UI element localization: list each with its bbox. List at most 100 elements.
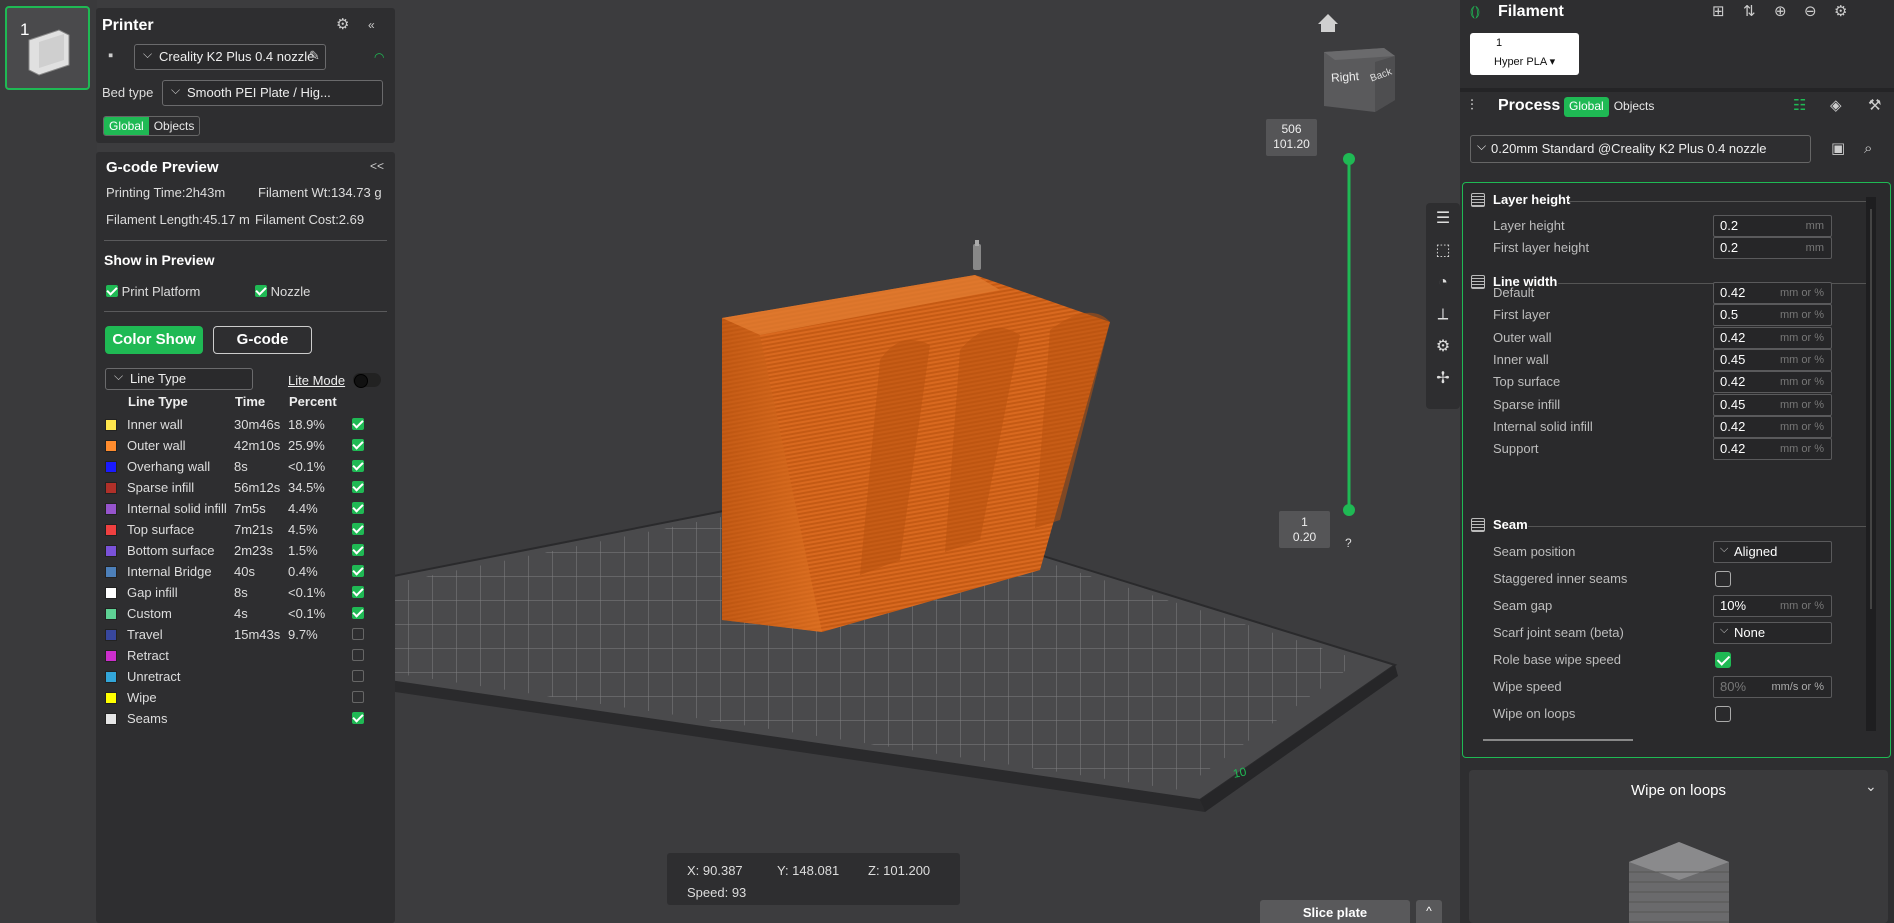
line-type-row[interactable]: Unretract bbox=[104, 666, 387, 687]
role-wipe-speed-checkbox[interactable] bbox=[1715, 652, 1731, 668]
line-type-row[interactable]: Internal Bridge 40s 0.4% bbox=[104, 561, 387, 582]
color-show-button[interactable]: Color Show bbox=[105, 326, 203, 354]
setting-input[interactable]: 0.42 mm or % bbox=[1713, 282, 1832, 304]
line-type-percent: 0.4% bbox=[288, 564, 318, 579]
printer-preset-select[interactable]: Creality K2 Plus 0.4 nozzle bbox=[134, 44, 326, 70]
line-type-row[interactable]: Bottom surface 2m23s 1.5% bbox=[104, 540, 387, 561]
filament-map-icon[interactable]: ⊞ bbox=[1712, 4, 1725, 20]
seam-position-select[interactable]: Aligned bbox=[1713, 539, 1832, 563]
slice-options-button[interactable]: ^ bbox=[1416, 900, 1442, 923]
setting-input[interactable]: 0.45 mm or % bbox=[1713, 393, 1832, 416]
line-type-visible-checkbox[interactable] bbox=[352, 502, 364, 514]
line-type-row[interactable]: Inner wall 30m46s 18.9% bbox=[104, 414, 387, 435]
collapse-chevron-icon[interactable]: « bbox=[368, 17, 375, 33]
line-type-visible-checkbox[interactable] bbox=[352, 670, 364, 682]
view-cube-right-label[interactable]: Right bbox=[1331, 69, 1360, 85]
process-preset-select[interactable]: 0.20mm Standard @Creality K2 Plus 0.4 no… bbox=[1470, 133, 1811, 163]
plate-thumbnail[interactable]: 1 bbox=[5, 6, 90, 90]
wifi-icon[interactable]: ◠ bbox=[374, 49, 384, 65]
gcode-button[interactable]: G-code bbox=[213, 326, 312, 354]
scarf-joint-select[interactable]: None bbox=[1713, 620, 1832, 644]
line-type-visible-checkbox[interactable] bbox=[352, 544, 364, 556]
settings-scrollbar[interactable] bbox=[1866, 197, 1876, 731]
tab-objects[interactable]: Objects bbox=[149, 117, 200, 135]
line-type-visible-checkbox[interactable] bbox=[352, 691, 364, 703]
process-tools-icon[interactable]: ⚒ bbox=[1868, 98, 1881, 114]
nozzle-toggle[interactable]: Nozzle bbox=[255, 284, 310, 299]
line-type-row[interactable]: Gap infill 8s <0.1% bbox=[104, 582, 387, 603]
lite-mode-toggle[interactable] bbox=[353, 373, 381, 388]
line-type-row[interactable]: Top surface 7m21s 4.5% bbox=[104, 519, 387, 540]
line-type-visible-checkbox[interactable] bbox=[352, 712, 364, 724]
line-type-visible-checkbox[interactable] bbox=[352, 523, 364, 535]
settings-gear-icon[interactable]: ⚙ bbox=[1426, 331, 1460, 363]
filament-settings-gear-icon[interactable]: ⚙ bbox=[1834, 4, 1847, 20]
layers-icon[interactable]: ☰ bbox=[1426, 203, 1460, 235]
process-compare-icon[interactable]: ☷ bbox=[1793, 98, 1806, 114]
line-type-visible-checkbox[interactable] bbox=[352, 649, 364, 661]
collapse-panel-icon[interactable]: << bbox=[370, 158, 384, 174]
line-type-row[interactable]: Outer wall 42m10s 25.9% bbox=[104, 435, 387, 456]
line-type-visible-checkbox[interactable] bbox=[352, 565, 364, 577]
edit-pencil-icon[interactable]: ✎ bbox=[309, 48, 320, 64]
setting-input[interactable]: 0.42 mm or % bbox=[1713, 415, 1832, 438]
horizontal-scrollbar[interactable] bbox=[1483, 739, 1633, 741]
overhang-icon[interactable]: ⟂ bbox=[1426, 299, 1460, 331]
search-icon[interactable]: ⌕ bbox=[1864, 141, 1872, 157]
line-type-time: 8s bbox=[234, 459, 248, 474]
line-type-row[interactable]: Retract bbox=[104, 645, 387, 666]
wipe-speed-input[interactable]: 80% mm/s or % bbox=[1713, 676, 1832, 698]
line-type-visible-checkbox[interactable] bbox=[352, 460, 364, 472]
help-collapse-chevron-icon[interactable]: ⌄ bbox=[1865, 778, 1877, 795]
printer-settings-gear-icon[interactable]: ⚙ bbox=[336, 17, 349, 33]
setting-input[interactable]: 0.45 mm or % bbox=[1713, 348, 1832, 371]
line-type-row[interactable]: Wipe bbox=[104, 687, 387, 708]
bounding-box-icon[interactable]: ⬚ bbox=[1426, 235, 1460, 267]
line-type-row[interactable]: Overhang wall 8s <0.1% bbox=[104, 456, 387, 477]
line-type-row[interactable]: Travel 15m43s 9.7% bbox=[104, 624, 387, 645]
line-type-row[interactable]: Custom 4s <0.1% bbox=[104, 603, 387, 624]
nozzle-checkbox[interactable] bbox=[255, 285, 267, 297]
slice-plate-button[interactable]: Slice plate bbox=[1260, 900, 1410, 923]
tab-global[interactable]: Global bbox=[104, 117, 149, 135]
bed-type-select[interactable]: Smooth PEI Plate / Hig... bbox=[162, 80, 383, 106]
setting-input[interactable]: 0.42 mm or % bbox=[1713, 326, 1832, 349]
speed-gauge-icon[interactable]: ◔ bbox=[1426, 267, 1460, 299]
layer-help-icon[interactable]: ? bbox=[1345, 536, 1352, 550]
line-type-visible-checkbox[interactable] bbox=[352, 607, 364, 619]
setting-input[interactable]: 0.2 mm bbox=[1713, 237, 1832, 260]
remove-filament-icon[interactable]: ⊖ bbox=[1804, 4, 1817, 20]
line-type-row[interactable]: Sparse infill 56m12s 34.5% bbox=[104, 477, 387, 498]
setting-input[interactable]: 0.2 mm bbox=[1713, 215, 1832, 237]
print-platform-checkbox[interactable] bbox=[106, 285, 118, 297]
add-filament-icon[interactable]: ⊕ bbox=[1774, 4, 1787, 20]
setting-input[interactable]: 0.42 mm or % bbox=[1713, 371, 1832, 394]
filament-type[interactable]: Hyper PLA ▾ bbox=[1494, 55, 1555, 68]
save-preset-icon[interactable]: ▣ bbox=[1831, 141, 1845, 157]
setting-input[interactable]: 0.5 mm or % bbox=[1713, 304, 1832, 327]
line-type-row[interactable]: Seams bbox=[104, 708, 387, 729]
view-type-select[interactable]: Line Type bbox=[105, 368, 253, 390]
setting-unit: mm or % bbox=[1780, 443, 1824, 456]
setting-input[interactable]: 0.42 mm or % bbox=[1713, 438, 1832, 461]
line-type-visible-checkbox[interactable] bbox=[352, 481, 364, 493]
line-type-visible-checkbox[interactable] bbox=[352, 418, 364, 430]
lite-mode-label[interactable]: Lite Mode bbox=[288, 373, 345, 388]
seam-gap-input[interactable]: 10% mm or % bbox=[1713, 595, 1832, 617]
line-type-visible-checkbox[interactable] bbox=[352, 439, 364, 451]
filament-sync-icon[interactable]: ⦅⦆ bbox=[1470, 4, 1480, 20]
staggered-seams-checkbox[interactable] bbox=[1715, 571, 1731, 587]
process-tab-global[interactable]: Global bbox=[1564, 97, 1609, 117]
process-tab-objects[interactable]: Objects bbox=[1609, 97, 1660, 117]
col-percent: Percent bbox=[289, 394, 337, 409]
process-advanced-icon[interactable]: ◈ bbox=[1830, 98, 1842, 114]
line-type-visible-checkbox[interactable] bbox=[352, 628, 364, 640]
filament-sync-printer-icon[interactable]: ⇅ bbox=[1743, 4, 1756, 20]
filament-slot-card[interactable]: 1 Hyper PLA ▾ bbox=[1470, 33, 1579, 75]
color-swatch bbox=[105, 439, 117, 452]
line-type-row[interactable]: Internal solid infill 7m5s 4.4% bbox=[104, 498, 387, 519]
line-type-visible-checkbox[interactable] bbox=[352, 586, 364, 598]
print-platform-toggle[interactable]: Print Platform bbox=[106, 284, 200, 299]
fan-icon[interactable]: ✢ bbox=[1426, 363, 1460, 395]
wipe-loops-checkbox[interactable] bbox=[1715, 706, 1731, 722]
